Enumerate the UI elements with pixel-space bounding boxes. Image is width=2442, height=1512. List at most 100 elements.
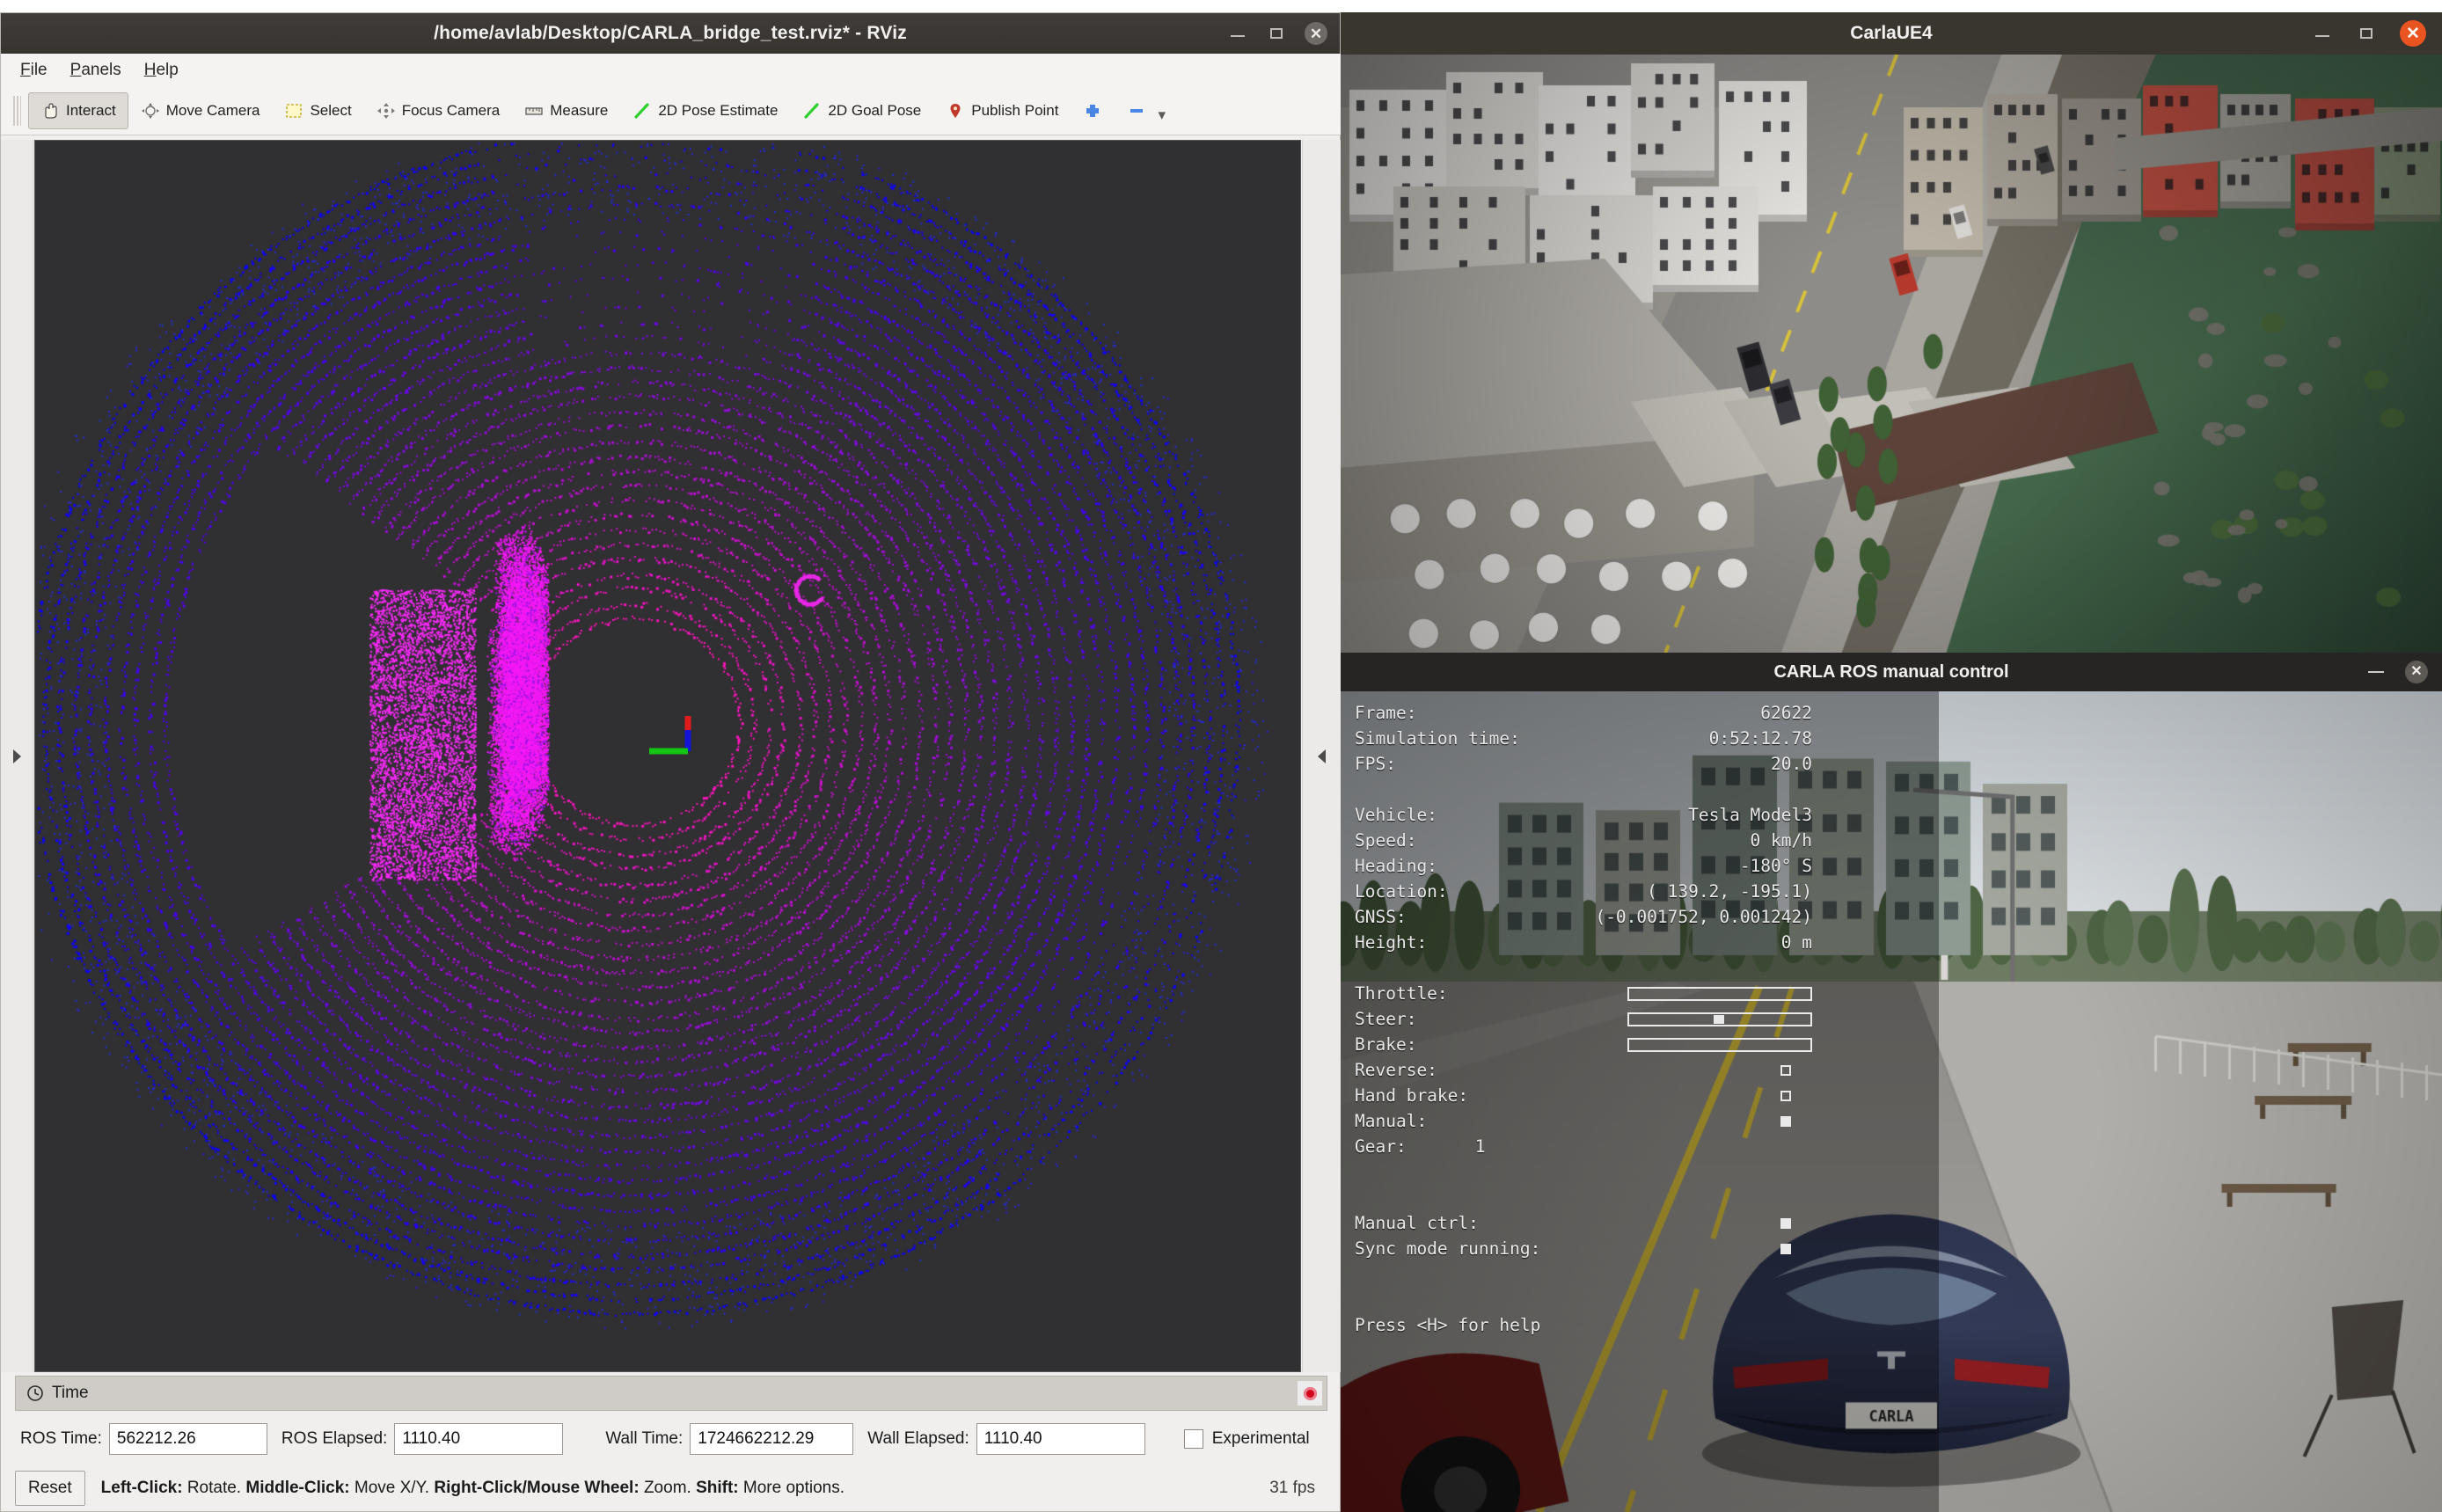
time-panel-title: Time — [52, 1384, 89, 1403]
tool-publish-point[interactable]: Publish Point — [933, 92, 1071, 129]
tool-focus-camera[interactable]: Focus Camera — [364, 92, 512, 129]
tool-add-tool[interactable] — [1071, 92, 1115, 129]
time-panel-close-button[interactable] — [1297, 1380, 1323, 1406]
hud-frame-label: Frame: — [1355, 700, 1416, 726]
right-panel-expander[interactable] — [1302, 140, 1341, 1372]
wall-elapsed-label: Wall Elapsed: — [867, 1429, 969, 1449]
manual-control-window-buttons: ✕ — [2368, 653, 2428, 691]
hud-steer-row: Steer: — [1355, 1006, 1812, 1032]
goal-arrow-icon — [802, 102, 822, 120]
hud-text-block: Frame: 62622 Simulation time: 0:52:12.78… — [1355, 700, 1935, 1338]
tool-interact-label: Interact — [66, 102, 116, 120]
hud-location-value: ( 139.2, -195.1) — [1448, 879, 1812, 904]
hint-shift-rest: More options. — [739, 1479, 844, 1497]
hud-fps-row: FPS: 20.0 — [1355, 751, 1812, 777]
hint-right-click: Right-Click/Mouse Wheel: — [434, 1479, 639, 1497]
measure-icon — [524, 102, 544, 120]
minimize-icon[interactable] — [2368, 671, 2384, 673]
minimize-icon[interactable] — [2312, 23, 2333, 44]
handbrake-indicator — [1780, 1091, 1791, 1101]
wall-time-label: Wall Time: — [605, 1429, 683, 1449]
focus-camera-icon — [377, 102, 396, 120]
carla-simulator-render — [1341, 55, 2442, 653]
experimental-checkbox[interactable] — [1184, 1429, 1203, 1449]
hud-manual-label: Manual: — [1355, 1108, 1427, 1134]
hud-speed-label: Speed: — [1355, 828, 1416, 853]
menu-help[interactable]: Help — [144, 61, 179, 80]
tool-remove-tool[interactable]: ▾ — [1115, 92, 1178, 129]
minimize-icon[interactable] — [1227, 23, 1248, 44]
manual-control-titlebar[interactable]: CARLA ROS manual control ✕ — [1341, 653, 2442, 691]
menu-panels[interactable]: Panels — [70, 61, 121, 80]
steer-bar — [1627, 1012, 1812, 1026]
toolbar-overflow-icon[interactable]: ▾ — [1158, 106, 1166, 124]
hud-throttle-label: Throttle: — [1355, 981, 1448, 1006]
hud-manual-ctrl-row: Manual ctrl: — [1355, 1210, 1812, 1236]
hud-handbrake-label: Hand brake: — [1355, 1083, 1468, 1108]
tool-select-label: Select — [310, 102, 351, 120]
close-icon[interactable]: ✕ — [2400, 20, 2426, 47]
hud-gnss-value: (-0.001752, 0.001242) — [1407, 904, 1812, 930]
hud-heading-row: Heading: -180° S — [1355, 853, 1812, 879]
experimental-label: Experimental — [1212, 1429, 1310, 1449]
hud-gnss-row: GNSS: (-0.001752, 0.001242) — [1355, 904, 1812, 930]
tool-2d-goal-pose[interactable]: 2D Goal Pose — [790, 92, 933, 129]
wall-elapsed-value[interactable]: 1110.40 — [976, 1423, 1145, 1455]
maximize-icon[interactable] — [1266, 23, 1287, 44]
carlaue4-viewport[interactable] — [1341, 55, 2442, 653]
hud-brake-label: Brake: — [1355, 1032, 1416, 1057]
left-panel-expander[interactable] — [1, 140, 33, 1372]
tool-measure[interactable]: Measure — [512, 92, 620, 129]
carlaue4-titlebar[interactable]: CarlaUE4 ✕ — [1341, 12, 2442, 55]
hud-vehicle-row: Vehicle: Tesla Model3 — [1355, 802, 1812, 828]
hud-reverse-row: Reverse: — [1355, 1057, 1812, 1083]
tool-interact[interactable]: Interact — [28, 92, 128, 129]
time-panel-header[interactable]: Time — [15, 1376, 1327, 1411]
manual-ctrl-indicator — [1780, 1218, 1791, 1229]
tool-move-camera[interactable]: Move Camera — [128, 92, 273, 129]
hud-height-value: 0 m — [1427, 930, 1812, 955]
ros-time-value[interactable]: 562212.26 — [109, 1423, 267, 1455]
hud-frame-row: Frame: 62622 — [1355, 700, 1812, 726]
hud-gear-row: Gear: 1 — [1355, 1134, 1812, 1159]
rviz-title-text: /home/avlab/Desktop/CARLA_bridge_test.rv… — [1, 13, 1340, 54]
carlaue4-title-text: CarlaUE4 — [1341, 12, 2442, 55]
hud-gear-value: 1 — [1475, 1134, 1486, 1159]
wall-time-value[interactable]: 1724662212.29 — [690, 1423, 853, 1455]
maximize-icon[interactable] — [2356, 23, 2377, 44]
hint-left-click-rest: Rotate. — [183, 1479, 246, 1497]
carlaue4-window: CarlaUE4 ✕ — [1341, 12, 2442, 653]
toolbar-grip[interactable] — [13, 96, 21, 126]
status-bar-row: Reset Left-Click: Rotate. Middle-Click: … — [15, 1467, 1327, 1509]
origin-axes-marker — [616, 679, 721, 776]
tool-select[interactable]: Select — [272, 92, 363, 129]
map-pin-icon — [946, 102, 965, 120]
hint-right-click-rest: Zoom. — [640, 1479, 696, 1497]
hud-speed-value: 0 km/h — [1416, 828, 1812, 853]
reset-button[interactable]: Reset — [15, 1471, 85, 1506]
rviz-titlebar[interactable]: /home/avlab/Desktop/CARLA_bridge_test.rv… — [1, 13, 1340, 54]
tool-2d-pose-estimate[interactable]: 2D Pose Estimate — [620, 92, 790, 129]
hud-sim-time-value: 0:52:12.78 — [1520, 726, 1812, 751]
close-icon[interactable]: ✕ — [1305, 22, 1327, 45]
move-camera-icon — [141, 102, 160, 120]
carlaue4-window-buttons: ✕ — [2312, 12, 2426, 55]
close-icon[interactable]: ✕ — [2405, 661, 2428, 683]
hud-gnss-label: GNSS: — [1355, 904, 1407, 930]
minus-icon — [1127, 102, 1146, 120]
hud-manual-ctrl-label: Manual ctrl: — [1355, 1210, 1479, 1236]
hud-sim-time-row: Simulation time: 0:52:12.78 — [1355, 726, 1812, 751]
time-fields-row: ROS Time: 562212.26 ROS Elapsed: 1110.40… — [15, 1416, 1327, 1462]
ros-elapsed-value[interactable]: 1110.40 — [394, 1423, 563, 1455]
tool-2d-pose-estimate-label: 2D Pose Estimate — [658, 102, 778, 120]
rviz-3d-view[interactable] — [34, 140, 1301, 1372]
tool-2d-goal-pose-label: 2D Goal Pose — [828, 102, 921, 120]
hud-handbrake-row: Hand brake: — [1355, 1083, 1812, 1108]
rviz-window-buttons: ✕ — [1227, 13, 1327, 54]
menu-file[interactable]: File — [20, 61, 48, 80]
tool-move-camera-label: Move Camera — [166, 102, 260, 120]
hud-sync-label: Sync mode running: — [1355, 1236, 1540, 1261]
hud-speed-row: Speed: 0 km/h — [1355, 828, 1812, 853]
rviz-window: /home/avlab/Desktop/CARLA_bridge_test.rv… — [0, 12, 1341, 1512]
hud-sim-time-label: Simulation time: — [1355, 726, 1520, 751]
